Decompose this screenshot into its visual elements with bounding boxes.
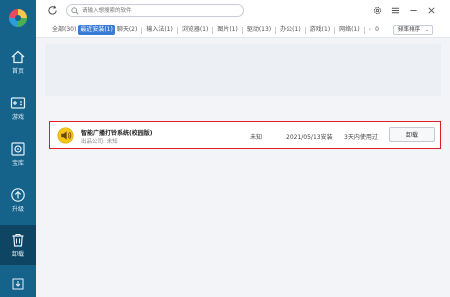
app-publisher: 出品公司: 未知 <box>81 139 118 145</box>
filter-network[interactable]: 网络(1) <box>337 25 362 35</box>
filter-input-method[interactable]: 输入法(1) <box>144 25 175 35</box>
divider <box>363 26 365 34</box>
divider <box>241 26 243 34</box>
app-version: 未知 <box>250 134 263 141</box>
speaker-icon <box>57 127 74 144</box>
sort-dropdown[interactable]: 频率排序 ⌄ <box>393 25 433 35</box>
top-bar <box>36 0 450 22</box>
home-icon <box>11 50 25 64</box>
app-list-panel: 智能广播打铃系统(校园版) 出品公司: 未知 未知 2021/05/13安装 3… <box>36 38 450 297</box>
download-icon <box>12 278 24 289</box>
sidebar-item-label: 升级 <box>11 206 24 213</box>
filter-all[interactable]: 全部(30) <box>50 25 78 35</box>
search-icon[interactable] <box>71 7 79 15</box>
uninstall-button[interactable]: 卸载 <box>389 127 435 142</box>
upgrade-icon <box>11 188 25 202</box>
search-box <box>66 4 244 17</box>
sidebar-item-upgrade[interactable]: 升级 <box>0 180 36 220</box>
sidebar-item-label: 游戏 <box>11 114 24 121</box>
divider <box>334 26 336 34</box>
menu-button[interactable] <box>390 5 400 15</box>
app-usage: 3天内使用过 <box>344 134 378 141</box>
divider <box>304 26 306 34</box>
sidebar-item-home[interactable]: 首页 <box>0 42 36 82</box>
refresh-icon[interactable] <box>47 5 58 16</box>
sidebar-item-uninstall[interactable]: 卸载 <box>0 225 36 265</box>
close-button[interactable] <box>426 5 436 15</box>
divider <box>176 26 178 34</box>
filter-driver[interactable]: 驱动(13) <box>245 25 273 35</box>
filter-browser[interactable]: 浏览器(1) <box>180 25 211 35</box>
filter-game[interactable]: 游戏(1) <box>308 25 333 35</box>
filter-chat[interactable]: 聊天(2) <box>115 25 140 35</box>
filter-office[interactable]: 办公(1) <box>278 25 303 35</box>
sidebar-item-label: 宝库 <box>11 160 24 167</box>
sidebar-item-vault[interactable]: 宝库 <box>0 134 36 174</box>
trash-icon <box>12 233 24 247</box>
hamburger-icon <box>391 7 399 13</box>
app-install-date: 2021/05/13安装 <box>286 134 333 141</box>
gamepad-icon <box>10 97 26 109</box>
vault-icon <box>11 142 25 156</box>
search-input[interactable] <box>82 6 240 16</box>
minimize-icon <box>409 9 417 11</box>
close-icon <box>427 6 435 14</box>
settings-button[interactable] <box>372 5 382 15</box>
divider <box>141 26 143 34</box>
minimize-button[interactable] <box>408 5 418 15</box>
gear-icon <box>373 6 381 14</box>
app-logo-icon <box>9 9 27 27</box>
sidebar-item-label: 首页 <box>11 68 24 75</box>
divider <box>275 26 277 34</box>
app-name: 智能广播打铃系统(校园版) <box>81 130 153 137</box>
filter-image[interactable]: 图片(1) <box>215 25 240 35</box>
sidebar: 首页 游戏 宝库 升级 卸载 <box>0 0 36 297</box>
sidebar-item-games[interactable]: 游戏 <box>0 88 36 128</box>
app-list-item[interactable]: 智能广播打铃系统(校园版) 出品公司: 未知 未知 2021/05/13安装 3… <box>49 121 441 149</box>
sort-selected-value: 频率排序 <box>398 27 421 33</box>
chevron-down-icon: ⌄ <box>424 27 429 33</box>
list-header-area <box>45 44 441 96</box>
downloads-button[interactable] <box>0 270 36 297</box>
filter-other[interactable]: 0 <box>373 25 381 35</box>
category-filter-bar: 全部(30) 最近安装(1) 聊天(2) 输入法(1) 浏览器(1) 图片(1)… <box>36 22 450 38</box>
filter-recent-installs[interactable]: 最近安装(1) <box>78 25 115 35</box>
divider <box>212 26 214 34</box>
sidebar-item-label: 卸载 <box>11 251 24 258</box>
